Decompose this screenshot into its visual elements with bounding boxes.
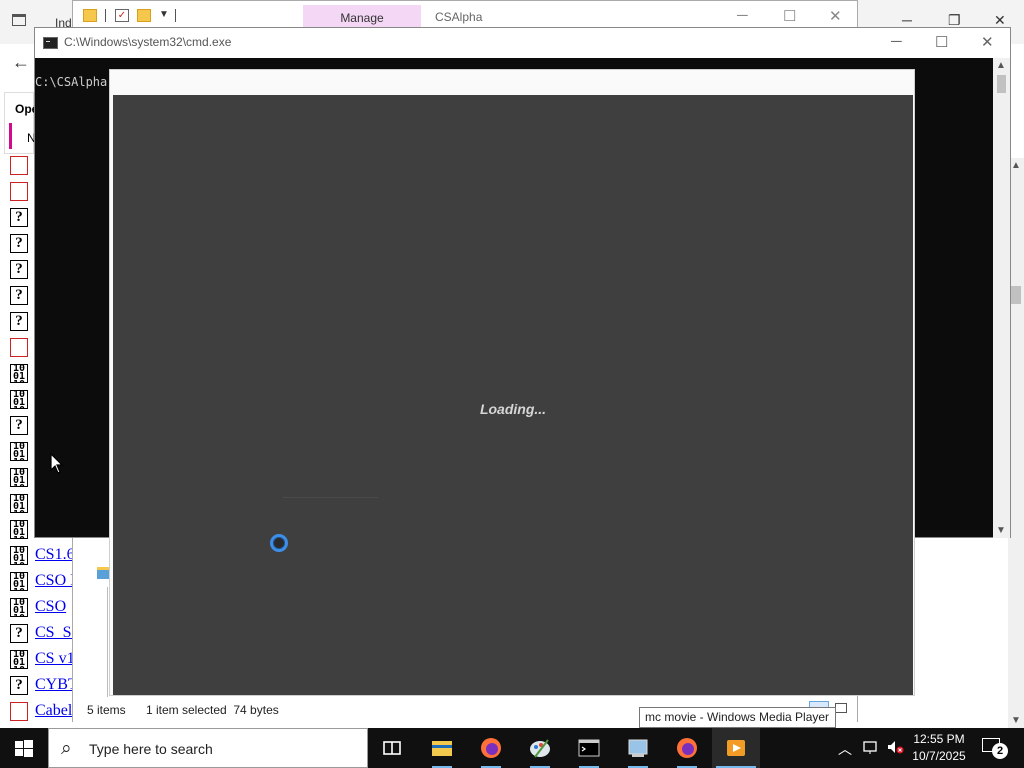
binary-file-icon: 100110 [10, 572, 28, 591]
task-view-icon [383, 741, 401, 755]
file-link[interactable]: CS1.6 [35, 546, 75, 564]
binary-file-icon: 100110 [10, 442, 28, 461]
binary-file-icon: 100110 [10, 494, 28, 513]
show-hidden-icons-chevron-icon[interactable]: ︿ [838, 739, 852, 759]
cmd-scrollbar[interactable]: ▲ ▼ [993, 58, 1010, 538]
action-center-button[interactable]: 2 [982, 738, 1008, 759]
taskbar-paint[interactable] [516, 728, 564, 768]
explorer-window-title: CSAlpha [435, 10, 483, 24]
binary-file-icon: 100110 [10, 650, 28, 669]
file-link[interactable]: CSO [35, 598, 66, 616]
system-clock[interactable]: 12:55 PM 10/7/2025 [906, 731, 972, 765]
cmd-icon [43, 37, 58, 49]
control-panel-icon [628, 739, 648, 757]
cmd-title-bar[interactable]: C:\Windows\system32\cmd.exe ─ ☐ ✕ [35, 28, 1010, 58]
binary-file-icon: 100110 [10, 546, 28, 565]
binary-file-icon: 100110 [10, 598, 28, 617]
scroll-up-icon[interactable]: ▲ [996, 60, 1006, 71]
loading-spinner-icon [270, 534, 288, 552]
large-icons-view-icon[interactable] [835, 703, 847, 713]
panel-accent-bar [9, 123, 12, 149]
explorer-maximize-button[interactable]: ☐ [783, 7, 796, 25]
binary-file-icon: 100110 [10, 390, 28, 409]
firefox-icon [481, 738, 501, 758]
media-player-icon [727, 740, 745, 756]
taskbar-control-panel[interactable] [614, 728, 662, 768]
browser-side-panel: Ope N [4, 92, 38, 154]
cmd-minimize-button[interactable]: ─ [891, 33, 902, 50]
divider [175, 9, 176, 22]
taskbar-file-explorer[interactable] [418, 728, 466, 768]
loading-message: Loading... [479, 401, 547, 417]
cmd-window-title: C:\Windows\system32\cmd.exe [64, 35, 232, 49]
scroll-thumb[interactable] [1011, 286, 1021, 304]
taskbar-firefox-2[interactable] [663, 728, 711, 768]
scroll-down-icon[interactable]: ▼ [1011, 715, 1021, 726]
binary-file-icon: 100110 [10, 468, 28, 487]
unknown-file-icon: ? [10, 286, 28, 305]
clock-time: 12:55 PM [913, 732, 965, 746]
unknown-file-icon: ? [10, 260, 28, 279]
status-item-count: 5 items [87, 703, 126, 717]
paint-icon [530, 739, 550, 758]
red-exe-icon [10, 702, 28, 721]
file-link[interactable]: CS v1 [35, 650, 75, 668]
start-button[interactable] [0, 728, 48, 768]
scroll-up-icon[interactable]: ▲ [1011, 160, 1021, 171]
volume-muted-icon[interactable] [886, 739, 904, 755]
network-icon[interactable] [862, 739, 880, 755]
red-exe-icon [10, 156, 28, 175]
search-icon: ⌕ [61, 738, 72, 759]
unknown-file-icon: ? [10, 416, 28, 435]
file-link[interactable]: CSO I [35, 572, 75, 590]
taskbar: ⌕ Type here to search ︿ 12:55 PM 10/7/20… [0, 728, 1024, 768]
explorer-close-button[interactable]: ✕ [829, 7, 842, 25]
binary-file-icon: 100110 [10, 364, 28, 383]
taskbar-tooltip: mc movie - Windows Media Player [639, 707, 836, 728]
search-placeholder: Type here to search [89, 741, 213, 757]
divider [105, 9, 106, 22]
mouse-pointer-icon [50, 453, 64, 474]
taskbar-cmd[interactable] [565, 728, 613, 768]
folder-icon[interactable] [83, 9, 97, 22]
scroll-thumb[interactable] [997, 75, 1006, 93]
unknown-file-icon: ? [10, 234, 28, 253]
tree-line [107, 587, 108, 697]
red-exe-icon [10, 338, 28, 357]
cmd-close-button[interactable]: ✕ [981, 33, 994, 51]
cmd-maximize-button[interactable]: ☐ [935, 33, 948, 51]
tab-actions-icon[interactable] [12, 14, 26, 26]
unknown-file-icon: ? [10, 208, 28, 227]
file-link[interactable]: Cabel [35, 702, 72, 720]
scroll-down-icon[interactable]: ▼ [996, 525, 1006, 536]
unknown-file-icon: ? [10, 312, 28, 331]
cmd-prompt-text: C:\CSAlpha [35, 75, 108, 89]
red-exe-icon [10, 182, 28, 201]
game-loading-window: Loading... [109, 69, 915, 696]
clock-date: 10/7/2025 [912, 749, 966, 763]
taskbar-search-box[interactable]: ⌕ Type here to search [48, 728, 368, 768]
taskbar-windows-media-player[interactable] [712, 728, 760, 768]
taskbar-firefox[interactable] [467, 728, 515, 768]
navigation-pane[interactable] [97, 557, 111, 697]
browser-minimize-button[interactable]: ─ [902, 12, 912, 28]
progress-trace [283, 497, 378, 498]
unknown-file-icon: ? [10, 624, 28, 643]
explorer-minimize-button[interactable]: ─ [737, 7, 748, 24]
back-arrow-icon[interactable]: ← [12, 52, 30, 73]
new-folder-icon[interactable] [137, 9, 151, 22]
quick-access-dropdown-icon[interactable]: ▼ [159, 9, 169, 20]
file-explorer-icon [432, 741, 452, 756]
firefox-icon [677, 738, 697, 758]
properties-icon[interactable]: ✓ [115, 9, 129, 22]
task-view-button[interactable] [368, 728, 416, 768]
loading-canvas: Loading... [113, 95, 913, 695]
notification-count-badge: 2 [992, 743, 1008, 759]
windows-logo-icon [15, 740, 33, 757]
binary-file-icon: 100110 [10, 520, 28, 539]
cmd-icon [578, 739, 600, 757]
status-selection: 1 item selected 74 bytes [146, 703, 279, 717]
unknown-file-icon: ? [10, 676, 28, 695]
